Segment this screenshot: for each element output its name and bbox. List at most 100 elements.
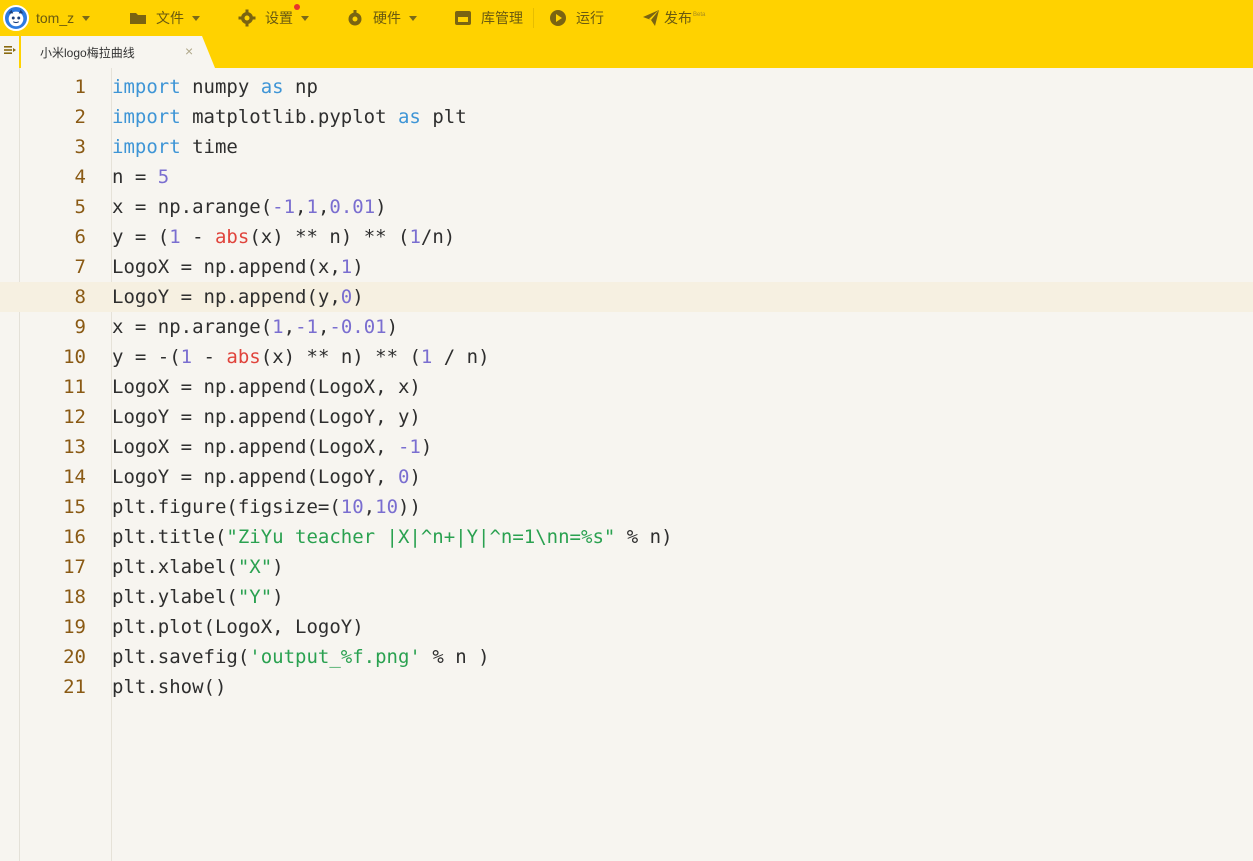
code-text[interactable]: LogoY = np.append(y,0) <box>112 282 364 312</box>
code-line[interactable]: 21 plt.show() <box>0 672 1253 702</box>
code-token: % n ) <box>420 646 490 668</box>
code-token: numpy <box>180 76 261 98</box>
code-text[interactable]: n = 5 <box>112 162 169 192</box>
code-line[interactable]: 14 LogoY = np.append(LogoY, 0) <box>0 462 1253 492</box>
code-line[interactable]: 19 plt.plot(LogoX, LogoY) <box>0 612 1253 642</box>
line-number: 13 <box>63 436 86 458</box>
code-text[interactable]: LogoX = np.append(LogoX, -1) <box>112 432 432 462</box>
menu-hardware[interactable]: 硬件 <box>345 0 417 36</box>
code-text[interactable]: plt.plot(LogoX, LogoY) <box>112 612 364 642</box>
code-line[interactable]: 7 LogoX = np.append(x,1) <box>0 252 1253 282</box>
code-token: abs <box>226 346 261 368</box>
code-text[interactable]: import numpy as np <box>112 72 318 102</box>
code-text[interactable]: import matplotlib.pyplot as plt <box>112 102 467 132</box>
code-line[interactable]: 9 x = np.arange(1,-1,-0.01) <box>0 312 1253 342</box>
code-token: import <box>112 106 181 128</box>
code-line[interactable]: 12 LogoY = np.append(LogoY, y) <box>0 402 1253 432</box>
code-text[interactable]: x = np.arange(-1,1,0.01) <box>112 192 387 222</box>
code-text[interactable]: LogoX = np.append(LogoX, x) <box>112 372 421 402</box>
code-line[interactable]: 2 import matplotlib.pyplot as plt <box>0 102 1253 132</box>
code-token: , <box>295 196 307 218</box>
code-token: matplotlib.pyplot <box>180 106 398 128</box>
code-text[interactable]: plt.title("ZiYu teacher |X|^n+|Y|^n=1\nn… <box>112 522 673 552</box>
user-menu[interactable]: tom_z <box>3 0 91 36</box>
code-text[interactable]: plt.figure(figsize=(10,10)) <box>112 492 421 522</box>
code-line[interactable]: 8 LogoY = np.append(y,0) <box>0 282 1253 312</box>
code-token: , <box>317 316 330 338</box>
line-number: 17 <box>63 556 86 578</box>
tab-editor-file[interactable]: 小米logo梅拉曲线 × <box>21 36 215 68</box>
code-token: time <box>180 136 238 158</box>
line-number: 7 <box>74 256 86 278</box>
code-token: plt.show() <box>112 676 227 698</box>
code-line[interactable]: 20 plt.savefig('output_%f.png' % n ) <box>0 642 1253 672</box>
code-text[interactable]: import time <box>112 132 238 162</box>
publish-button[interactable]: 发布 Beta <box>641 0 705 36</box>
menu-file[interactable]: 文件 <box>128 0 200 36</box>
code-text[interactable]: plt.xlabel("X") <box>112 552 284 582</box>
paper-plane-icon <box>641 8 661 28</box>
code-text[interactable]: plt.ylabel("Y") <box>112 582 284 612</box>
code-text[interactable]: LogoX = np.append(x,1) <box>112 252 364 282</box>
code-line[interactable]: 16 plt.title("ZiYu teacher |X|^n+|Y|^n=1\… <box>0 522 1253 552</box>
code-text[interactable]: x = np.arange(1,-1,-0.01) <box>112 312 398 342</box>
code-token: x = np.arange( <box>112 196 273 218</box>
code-token: -1 <box>272 196 296 218</box>
beta-badge: Beta <box>693 12 706 18</box>
code-line[interactable]: 3 import time <box>0 132 1253 162</box>
code-line[interactable]: 17 plt.xlabel("X") <box>0 552 1253 582</box>
sidebar-toggle-button[interactable] <box>0 36 19 68</box>
code-token: "Y" <box>237 586 273 608</box>
hardware-icon <box>345 8 365 28</box>
code-token: "ZiYu teacher |X|^n+|Y|^n=1\nn=%s" <box>226 526 616 548</box>
play-icon <box>548 8 568 28</box>
gear-icon <box>237 8 257 28</box>
line-number: 19 <box>63 616 86 638</box>
menu-library[interactable]: 库管理 <box>453 0 523 36</box>
code-text[interactable]: plt.show() <box>112 672 226 702</box>
code-token: y = ( <box>112 226 170 248</box>
menu-hardware-label: 硬件 <box>373 10 401 26</box>
code-token: LogoX = np.append(LogoX, <box>112 436 398 458</box>
code-text[interactable]: plt.savefig('output_%f.png' % n ) <box>112 642 490 672</box>
publish-label: 发布 <box>664 10 692 26</box>
code-token: 1 <box>180 346 193 368</box>
user-avatar-icon <box>3 5 29 31</box>
close-icon[interactable]: × <box>185 44 193 58</box>
code-line[interactable]: 15 plt.figure(figsize=(10,10)) <box>0 492 1253 522</box>
run-button[interactable]: 运行 <box>548 0 604 36</box>
code-line[interactable]: 4 n = 5 <box>0 162 1253 192</box>
code-line[interactable]: 18 plt.ylabel("Y") <box>0 582 1253 612</box>
code-token: plt.plot(LogoX, LogoY) <box>112 616 364 638</box>
code-lines[interactable]: 1 import numpy as np 2 import matplotlib.py… <box>0 72 1253 702</box>
code-token: ) <box>375 196 387 218</box>
code-line[interactable]: 10 y = -(1 - abs(x) ** n) ** (1 / n) <box>0 342 1253 372</box>
code-token: LogoX = np.append(LogoX, x) <box>112 376 421 398</box>
code-text[interactable]: LogoY = np.append(LogoY, y) <box>112 402 421 432</box>
code-line[interactable]: 5x = np.arange(-1,1,0.01) <box>0 192 1253 222</box>
code-line[interactable]: 6y = (1 - abs(x) ** n) ** (1/n) <box>0 222 1253 252</box>
code-line[interactable]: 11 LogoX = np.append(LogoX, x) <box>0 372 1253 402</box>
tab-bar: 小米logo梅拉曲线 × <box>0 36 1253 68</box>
code-token: )) <box>398 496 421 518</box>
code-editor[interactable]: 1 import numpy as np 2 import matplotlib.py… <box>0 68 1253 861</box>
code-token: n = <box>112 166 158 188</box>
line-number: 9 <box>74 316 86 338</box>
folder-icon <box>128 8 148 28</box>
code-token: 1 <box>272 316 284 338</box>
code-text[interactable]: y = (1 - abs(x) ** n) ** (1/n) <box>112 222 455 252</box>
code-line[interactable]: 13 LogoX = np.append(LogoX, -1) <box>0 432 1253 462</box>
code-token: , <box>363 496 376 518</box>
code-token: import <box>112 136 181 158</box>
code-token: 5 <box>157 166 170 188</box>
code-text[interactable]: y = -(1 - abs(x) ** n) ** (1 / n) <box>112 342 490 372</box>
code-token: y = -( <box>112 346 181 368</box>
top-toolbar: tom_z 文件 设置 硬件 库管理 运行 发布 Beta <box>0 0 1253 36</box>
code-token: as <box>260 76 284 98</box>
code-token: ) <box>386 316 399 338</box>
line-number: 3 <box>74 136 86 158</box>
code-token: plt.title( <box>112 526 227 548</box>
code-token: / n) <box>432 346 490 368</box>
code-text[interactable]: LogoY = np.append(LogoY, 0) <box>112 462 421 492</box>
code-line[interactable]: 1 import numpy as np <box>0 72 1253 102</box>
